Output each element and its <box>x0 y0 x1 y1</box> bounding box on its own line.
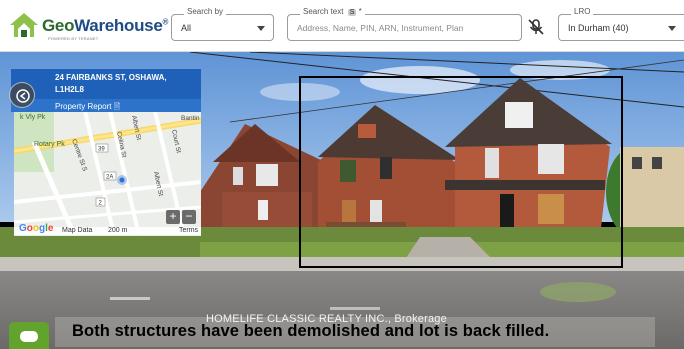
required-mark: * <box>358 7 362 16</box>
caret-down-icon <box>257 26 265 31</box>
search-by-label: Search by <box>184 7 227 16</box>
chat-icon <box>20 331 38 342</box>
document-icon: 🗎 <box>113 102 121 111</box>
search-text-placeholder: Address, Name, PIN, ARN, Instrument, Pla… <box>297 23 464 33</box>
zoom-out-button[interactable]: − <box>182 210 196 224</box>
map-label-rotary: Rotary Pk <box>34 141 65 148</box>
geowarehouse-logo-icon <box>10 13 38 37</box>
back-arrow-icon <box>16 89 30 103</box>
logo-tagline: POWERED BY TERANET <box>48 36 99 41</box>
search-by-select[interactable]: Search by All <box>171 7 274 41</box>
logo-wordmark: GeoWarehouse® <box>42 16 168 36</box>
search-text-input[interactable]: Search text S * Address, Name, PIN, ARN,… <box>287 7 522 41</box>
map-route-2a: 2A <box>106 175 113 181</box>
search-text-badge: S <box>347 9 357 16</box>
property-address[interactable]: 24 FAIRBANKS ST, OSHAWA, L1H2L8 <box>11 69 201 99</box>
logo-reg: ® <box>162 17 169 27</box>
map-route-39: 39 <box>98 147 105 153</box>
caret-down-icon <box>668 26 676 31</box>
lro-value: In Durham (40) <box>568 23 629 33</box>
map-label-bantin: Bantin <box>181 115 200 122</box>
property-report-text: Property Report <box>55 102 112 111</box>
listing-viewer: GeoWarehouse® POWERED BY TERANET Search … <box>0 0 684 349</box>
google-logo: Google <box>19 223 54 234</box>
lro-select[interactable]: LRO In Durham (40) <box>558 7 684 41</box>
lro-label: LRO <box>571 7 594 16</box>
search-header: GeoWarehouse® POWERED BY TERANET Search … <box>0 0 684 52</box>
geowarehouse-logo[interactable]: GeoWarehouse® POWERED BY TERANET <box>6 10 168 44</box>
zoom-in-button[interactable]: + <box>166 210 180 224</box>
logo-warehouse: Warehouse <box>74 16 163 35</box>
map-scale: 200 m <box>108 227 128 234</box>
address-line-1: 24 FAIRBANKS ST, OSHAWA, <box>55 73 167 82</box>
back-button[interactable] <box>9 82 35 108</box>
search-text-label: Search text S * <box>300 7 365 16</box>
logo-geo: Geo <box>42 16 75 35</box>
chat-button[interactable] <box>9 322 49 349</box>
search-by-value: All <box>181 23 192 33</box>
address-line-2: L1H2L8 <box>55 85 84 94</box>
property-report-link[interactable]: Property Report 🗎 <box>11 99 201 112</box>
mic-off-icon[interactable] <box>527 18 545 36</box>
map-data-link[interactable]: Map Data <box>62 227 92 234</box>
search-text-legend: Search text <box>303 7 344 16</box>
property-map-card: 24 FAIRBANKS ST, OSHAWA, L1H2L8 Property… <box>11 69 201 236</box>
photo-caption: Both structures have been demolished and… <box>72 322 550 340</box>
map-label-kvlypk: k Vly Pk <box>20 114 46 121</box>
map-terms-link[interactable]: Terms <box>179 227 198 234</box>
